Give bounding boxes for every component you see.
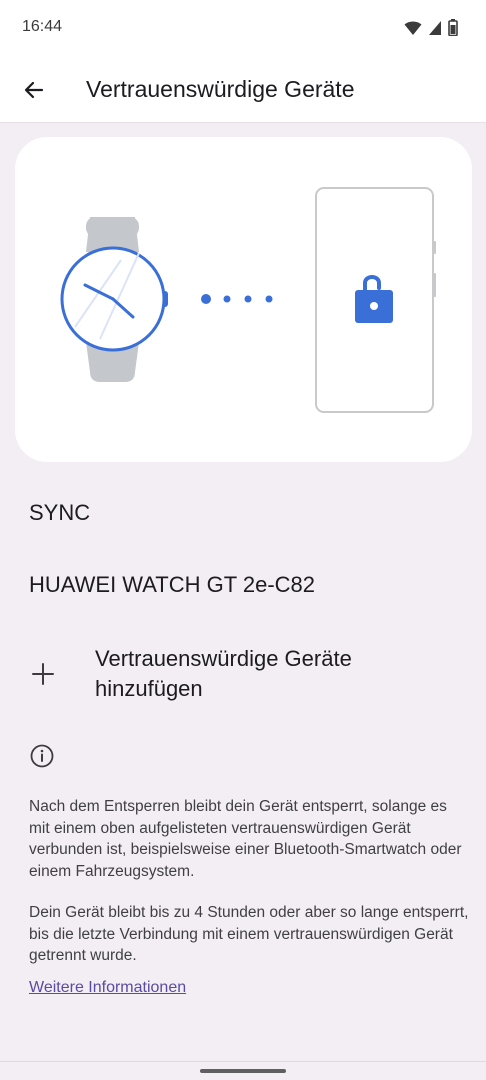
wifi-icon xyxy=(404,21,422,35)
signal-icon xyxy=(429,20,441,35)
app-bar: Vertrauenswürdige Geräte xyxy=(0,56,486,123)
info-paragraph: Dein Gerät bleibt bis zu 4 Stunden oder … xyxy=(29,904,469,964)
plus-icon xyxy=(32,663,54,685)
trusted-device-item[interactable]: HUAWEI WATCH GT 2e-C82 xyxy=(29,572,315,598)
add-trusted-device-button[interactable]: Vertrauenswürdige Geräte hinzufügen xyxy=(0,636,486,716)
status-icons xyxy=(404,19,458,36)
back-button[interactable] xyxy=(14,70,54,110)
battery-icon xyxy=(448,19,458,36)
gesture-navigation-handle[interactable] xyxy=(200,1069,286,1073)
add-trusted-device-label: Vertrauenswürdige Geräte hinzufügen xyxy=(95,646,352,701)
info-paragraph: Nach dem Entsperren bleibt dein Gerät en… xyxy=(29,798,462,880)
navigation-bar-divider xyxy=(0,1061,486,1062)
learn-more-link[interactable]: Weitere Informationen xyxy=(29,979,186,997)
status-bar: 16:44 xyxy=(0,0,486,56)
info-icon xyxy=(30,744,54,768)
status-time: 16:44 xyxy=(22,18,63,35)
page-title: Vertrauenswürdige Geräte xyxy=(86,76,355,102)
trusted-device-item[interactable]: SYNC xyxy=(29,500,90,526)
trusted-devices-illustration xyxy=(15,137,472,462)
arrow-back-icon xyxy=(24,81,44,99)
smartwatch-icon xyxy=(60,217,168,382)
connection-dots-icon xyxy=(201,294,273,304)
